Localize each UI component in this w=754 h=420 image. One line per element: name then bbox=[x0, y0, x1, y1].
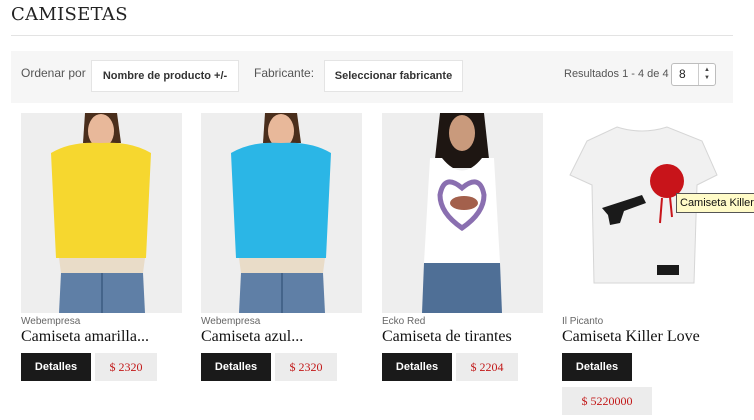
manufacturer-select[interactable]: Seleccionar fabricante bbox=[324, 60, 463, 92]
product-name-link[interactable]: Camiseta Killer Love bbox=[562, 328, 724, 346]
product-price: $ 2320 bbox=[275, 353, 337, 381]
details-button[interactable]: Detalles bbox=[201, 353, 271, 381]
manufacturer-label: Fabricante: bbox=[254, 66, 315, 80]
details-button[interactable]: Detalles bbox=[382, 353, 452, 381]
product-manufacturer: Il Picanto bbox=[562, 316, 604, 327]
per-page-value: 8 bbox=[679, 67, 686, 81]
blue-polo-photo bbox=[231, 113, 331, 313]
product-image[interactable] bbox=[201, 113, 362, 313]
order-by-select[interactable]: Nombre de producto +/- bbox=[91, 60, 239, 92]
product-image[interactable] bbox=[382, 113, 543, 313]
order-by-label: Ordenar por bbox=[21, 66, 86, 80]
product-tooltip: Camiseta Killer Love bbox=[676, 193, 754, 213]
product-name-link[interactable]: Camiseta amarilla... bbox=[21, 328, 183, 346]
per-page-select[interactable]: 8 ▲ ▼ bbox=[671, 63, 716, 86]
product-manufacturer: Ecko Red bbox=[382, 316, 426, 327]
details-button[interactable]: Detalles bbox=[562, 353, 632, 381]
killer-love-tshirt-photo bbox=[569, 126, 718, 284]
yellow-polo-photo bbox=[51, 113, 151, 313]
page-title: CAMISETAS bbox=[11, 4, 128, 25]
stepper-arrows-icon: ▲ ▼ bbox=[698, 64, 715, 85]
product-price: $ 2204 bbox=[456, 353, 518, 381]
tank-top-photo bbox=[422, 113, 502, 313]
product-manufacturer: Webempresa bbox=[21, 316, 81, 327]
product-name-link[interactable]: Camiseta de tirantes bbox=[382, 328, 544, 346]
product-price: $ 5220000 bbox=[562, 387, 652, 415]
product-price: $ 2320 bbox=[95, 353, 157, 381]
product-image[interactable] bbox=[562, 113, 723, 313]
product-manufacturer: Webempresa bbox=[201, 316, 261, 327]
product-image[interactable] bbox=[21, 113, 182, 313]
product-name-link[interactable]: Camiseta azul... bbox=[201, 328, 363, 346]
product-card: Webempresa Camiseta azul... Detalles $ 2… bbox=[201, 113, 363, 383]
product-toolbar: Ordenar por Nombre de producto +/- Fabri… bbox=[11, 51, 733, 103]
results-count: Resultados 1 - 4 de 4 bbox=[564, 68, 669, 80]
title-divider bbox=[11, 35, 733, 36]
details-button[interactable]: Detalles bbox=[21, 353, 91, 381]
product-card: Il Picanto Camiseta Killer Love Detalles… bbox=[562, 113, 724, 420]
product-card: Webempresa Camiseta amarilla... Detalles… bbox=[21, 113, 183, 383]
product-card: Ecko Red Camiseta de tirantes Detalles $… bbox=[382, 113, 544, 383]
